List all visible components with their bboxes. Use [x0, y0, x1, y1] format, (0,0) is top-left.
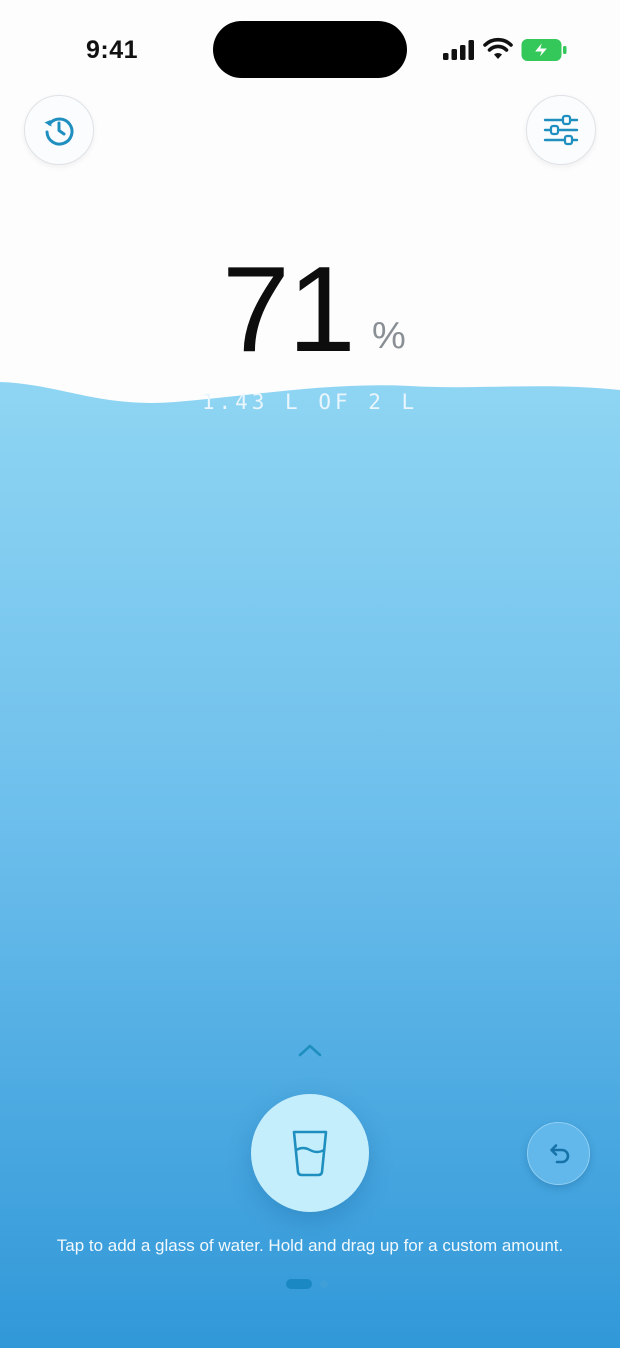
page-dot[interactable]: [320, 1280, 328, 1288]
settings-button[interactable]: [526, 95, 596, 165]
history-icon: [44, 117, 74, 146]
history-button[interactable]: [24, 95, 94, 165]
status-bar: 9:41: [0, 0, 620, 100]
add-glass-button[interactable]: [251, 1094, 369, 1212]
status-time: 9:41: [86, 36, 139, 64]
percentage-readout: 71 %: [0, 244, 620, 374]
dynamic-island: [213, 21, 407, 78]
page-indicator[interactable]: [286, 1278, 334, 1290]
undo-button[interactable]: [527, 1122, 590, 1185]
instruction-text: Tap to add a glass of water. Hold and dr…: [56, 1236, 564, 1255]
battery-charging-icon: [521, 39, 567, 61]
percent-value: 71: [222, 241, 356, 377]
chevron-up-icon[interactable]: [296, 1040, 324, 1060]
glass-icon: [292, 1130, 328, 1177]
undo-icon: [549, 1143, 569, 1163]
wifi-icon: [483, 37, 513, 59]
page-dot-active[interactable]: [286, 1279, 312, 1289]
amount-consumed: 1.43 L OF 2 L: [201, 390, 419, 414]
cellular-signal-icon: [443, 40, 474, 60]
sliders-icon: [543, 114, 579, 146]
percent-sign: %: [372, 315, 406, 357]
